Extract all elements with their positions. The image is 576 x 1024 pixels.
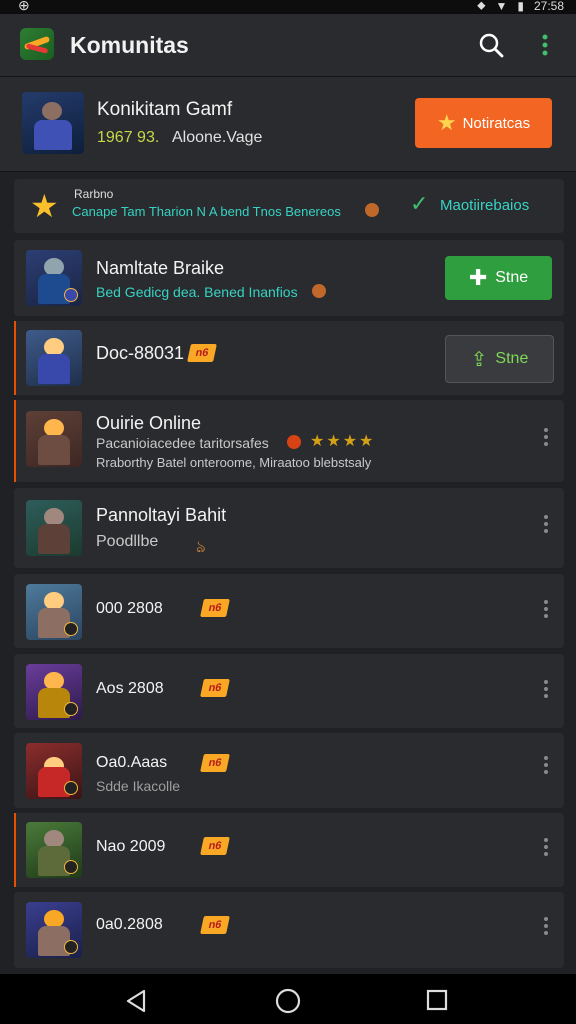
system-navigation-bar: [0, 974, 576, 1024]
item-title: Oa0.Aaas: [96, 754, 168, 771]
game-avatar: [26, 584, 82, 640]
item-title: Pannoltayi Bahit: [96, 505, 227, 525]
level-badge: n6: [200, 837, 230, 855]
promo-action[interactable]: Maotiirebaios: [440, 197, 529, 214]
overflow-menu-icon[interactable]: [538, 32, 552, 58]
wifi-icon: ▼: [495, 0, 508, 13]
item-title: Doc-88031: [96, 343, 185, 363]
gift-icon: [287, 435, 301, 449]
featured-game-card[interactable]: Konikitam Gamf 1967 93. Aloone.Vage ★ No…: [0, 77, 576, 172]
item-menu-icon[interactable]: [544, 756, 548, 774]
item-menu-icon[interactable]: [544, 917, 548, 935]
item-menu-icon[interactable]: [544, 680, 548, 698]
level-badge: n6: [187, 344, 217, 362]
join-button-label: Stne: [495, 350, 529, 367]
rating-stars: ★★★★: [310, 433, 376, 450]
list-item[interactable]: Ouirie Online Pacanioiacedee taritorsafe…: [14, 400, 564, 482]
item-subtitle: Sdde Ikacolle: [96, 778, 181, 794]
list-item[interactable]: Nao 2009 n6: [14, 813, 564, 887]
item-subtitle: Bed Gedicg dea. Bened Inanfios: [96, 284, 298, 300]
level-badge: n6: [200, 599, 230, 617]
game-avatar: [26, 743, 82, 799]
level-badge: n6: [200, 679, 230, 697]
promo-text: Canape Tam Tharion N A bend Tnos Benereo…: [72, 204, 341, 219]
featured-game-count: 1967 93.: [97, 129, 160, 146]
join-button[interactable]: ✚ Stne: [445, 256, 552, 300]
featured-game-meta: Aloone.Vage: [172, 129, 263, 146]
game-avatar: [26, 822, 82, 878]
item-description: Rraborthy Batel onteroome, Miraatoo bleb…: [96, 455, 372, 470]
featured-game-title: Konikitam Gamf: [97, 99, 233, 120]
star-icon: ★: [436, 110, 457, 135]
app-logo-icon: [20, 28, 54, 60]
item-menu-icon[interactable]: [544, 600, 548, 618]
top-app-bar: Komunitas: [0, 14, 576, 77]
item-title: Nao 2009: [96, 838, 166, 855]
join-button-label: Stne: [495, 269, 529, 286]
level-badge: n6: [200, 754, 230, 772]
page-title: Komunitas: [70, 32, 189, 58]
accent-bar: [14, 813, 16, 887]
game-avatar: [26, 411, 82, 467]
battery-icon: ▮: [517, 0, 524, 13]
gift-icon: [312, 284, 326, 298]
list-item[interactable]: Oa0.Aaas n6 Sdde Ikacolle: [14, 733, 564, 808]
back-icon[interactable]: [124, 989, 148, 1013]
accent-bar: [14, 321, 16, 395]
item-menu-icon[interactable]: [544, 515, 548, 533]
list-item[interactable]: 0a0.2808 n6: [14, 892, 564, 968]
list-item[interactable]: 000 2808 n6: [14, 574, 564, 648]
game-avatar: [26, 250, 82, 306]
list-item[interactable]: Namltate Braike Bed Gedicg dea. Bened In…: [14, 240, 564, 316]
level-badge: n6: [200, 916, 230, 934]
cookie-icon: ঌ: [196, 539, 206, 556]
game-avatar: [26, 500, 82, 556]
list-item[interactable]: Doc-88031 n6 ⇪ Stne: [14, 321, 564, 395]
star-icon: ★: [30, 188, 59, 224]
status-app-icon: ⊕: [18, 0, 30, 13]
recents-icon[interactable]: [426, 989, 448, 1011]
game-avatar: [22, 92, 84, 154]
gift-icon: [365, 203, 379, 217]
checkmark-icon: ✓: [410, 191, 429, 216]
item-title: Ouirie Online: [96, 413, 202, 433]
promo-label: Rarbno: [74, 187, 114, 201]
item-title: 000 2808: [96, 600, 163, 617]
item-subtitle: Poodllbe: [96, 533, 159, 550]
item-title: 0a0.2808: [96, 916, 163, 933]
home-icon[interactable]: [275, 988, 301, 1014]
join-button[interactable]: ⇪ Stne: [445, 335, 554, 383]
notifications-button-label: Notiratcas: [462, 114, 531, 132]
game-avatar: [26, 330, 82, 386]
status-bar: ⊕ ⬥ ▼ ▮ 27:58: [0, 0, 576, 14]
item-subtitle: Pacanioiacedee taritorsafes: [96, 435, 269, 451]
search-icon[interactable]: [478, 32, 504, 58]
accent-bar: [14, 400, 16, 482]
signal-icon: ⬥: [477, 0, 486, 12]
list-item[interactable]: Aos 2808 n6: [14, 654, 564, 728]
item-menu-icon[interactable]: [544, 838, 548, 856]
puzzle-icon: ✚: [468, 265, 488, 290]
game-avatar: [26, 902, 82, 958]
promo-banner[interactable]: ★ Rarbno Canape Tam Tharion N A bend Tno…: [14, 179, 564, 233]
status-time: 27:58: [533, 0, 564, 13]
game-avatar: [26, 664, 82, 720]
item-title: Namltate Braike: [96, 258, 225, 278]
item-menu-icon[interactable]: [544, 428, 548, 446]
share-icon: ⇪: [470, 348, 488, 371]
list-item[interactable]: Pannoltayi Bahit Poodllbe ঌ: [14, 488, 564, 568]
item-title: Aos 2808: [96, 680, 164, 697]
notifications-button[interactable]: ★ Notiratcas: [415, 98, 552, 148]
